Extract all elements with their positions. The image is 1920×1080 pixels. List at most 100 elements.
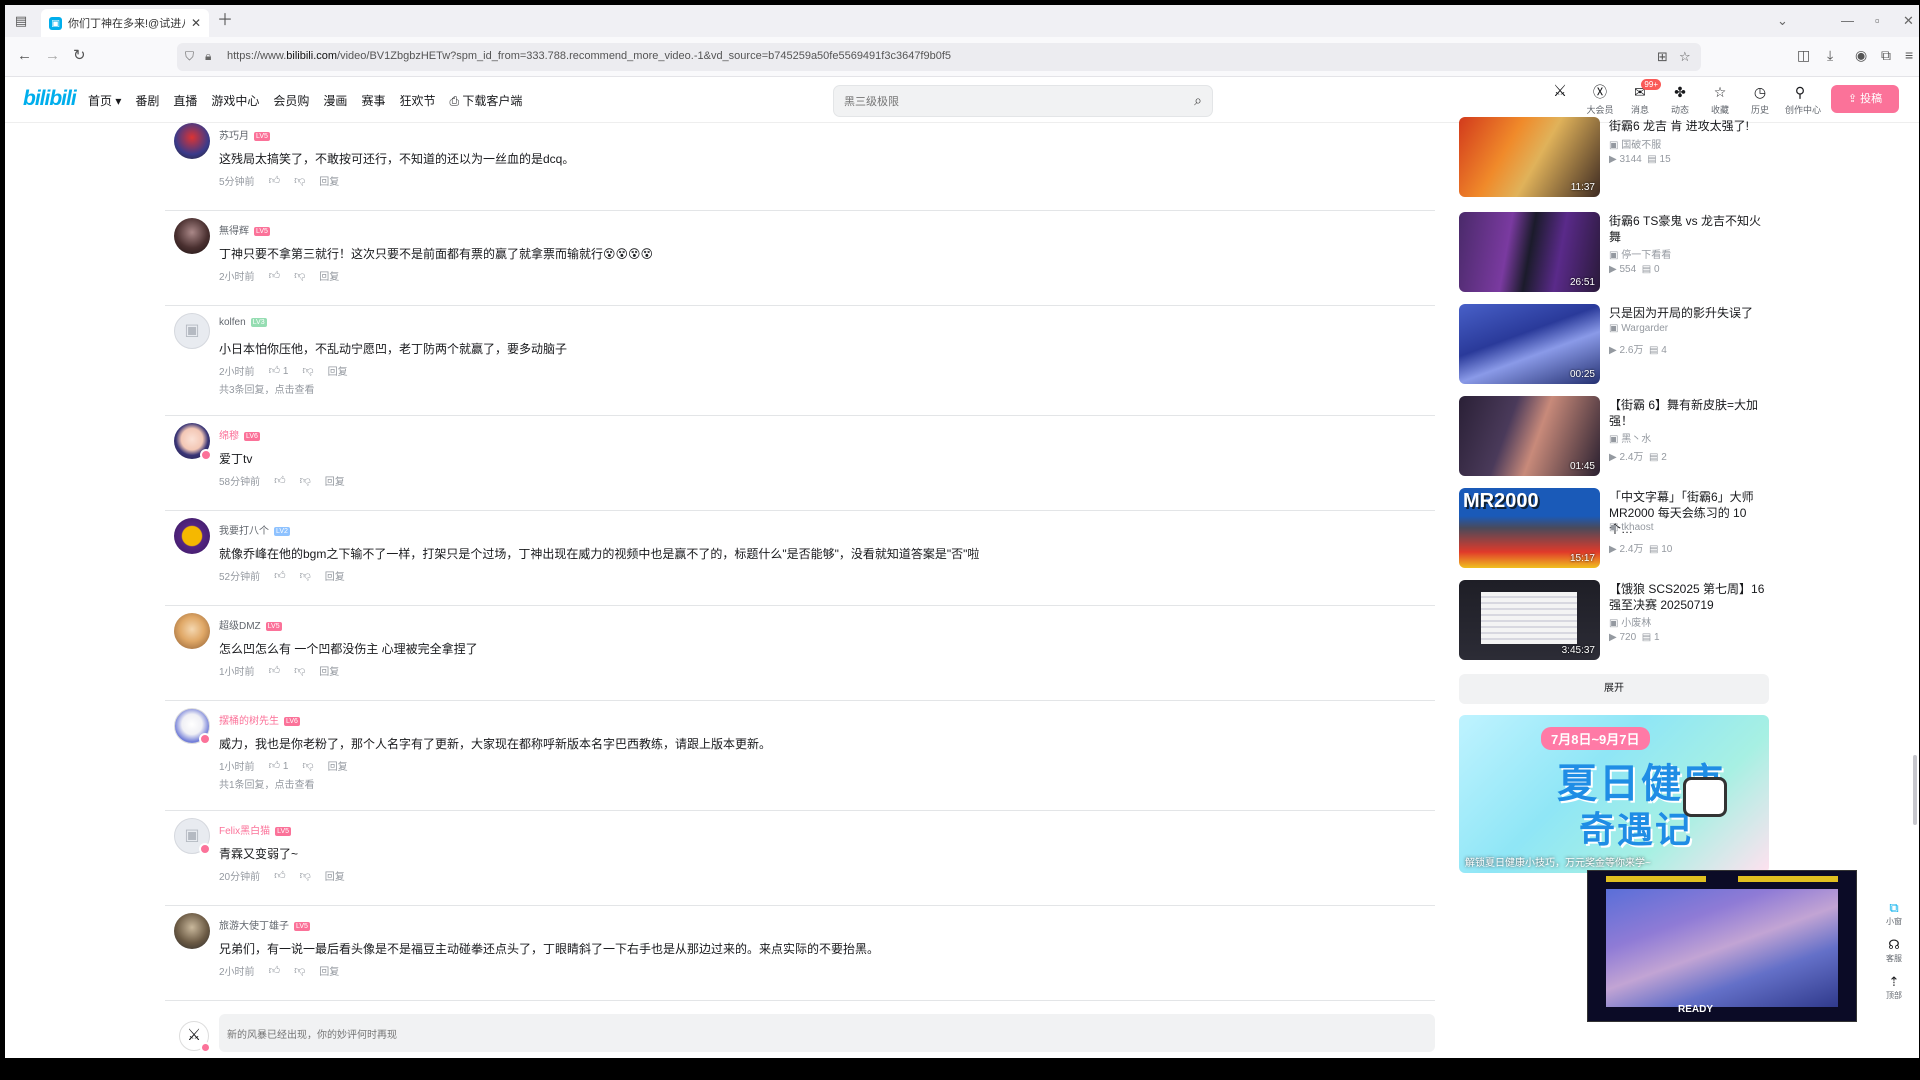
comment-input[interactable] — [219, 1014, 1435, 1052]
thumb-down-icon[interactable]: 👎︎ — [294, 964, 305, 977]
nav-manga[interactable]: 漫画 — [323, 92, 347, 109]
video-thumbnail[interactable]: 26:51 — [1459, 212, 1600, 292]
like-button[interactable]: 👍︎ — [269, 174, 281, 187]
avatar[interactable] — [174, 708, 211, 745]
promo-banner[interactable]: 7月8日~9月7日 夏日健康 奇遇记 解锁夏日健康小技巧，万元奖金等你来学~ — [1459, 715, 1769, 873]
video-title[interactable]: 【饿狼 SCS2025 第七周】16强至决赛 20250719 — [1609, 581, 1769, 613]
reply-button[interactable]: 回复 — [328, 758, 348, 773]
maximize-icon[interactable]: ▫ — [1875, 13, 1880, 28]
creator-center-button[interactable]: ⚲ 创作中心 — [1785, 83, 1821, 116]
like-button[interactable]: 👍︎ 1 — [269, 759, 289, 772]
comment-username[interactable]: 我要打八个 LV2 — [219, 522, 290, 537]
pocket-icon[interactable]: ◫ — [1797, 47, 1810, 64]
comment-username[interactable]: 绵穆 LV6 — [219, 427, 260, 442]
search-input[interactable] — [844, 93, 1164, 111]
recommended-video[interactable]: MR2000 15:17 「中文字幕」「街霸6」大师 MR2000 每天会练习的 … — [1459, 488, 1769, 570]
recommended-video[interactable]: 26:51 街霸6 TS豪鬼 vs 龙吉不知火舞 ▣ 停一下看看 ▶ 554 ▤… — [1459, 212, 1769, 294]
avatar[interactable]: ▣ — [174, 313, 210, 349]
video-title[interactable]: 只是因为开局的影升失误了 — [1609, 305, 1769, 321]
like-button[interactable]: 👍︎ 1 — [269, 364, 289, 377]
avatar[interactable]: ▣ — [174, 818, 211, 855]
video-uploader[interactable]: ▣ Wargarder — [1609, 323, 1668, 334]
mini-window-button[interactable]: ⧉ 小窗 — [1877, 900, 1911, 927]
avatar[interactable] — [174, 218, 210, 254]
comment-username[interactable]: 超级DMZ LV5 — [219, 617, 282, 632]
dynamics-button[interactable]: ✤ 动态 — [1665, 83, 1695, 116]
video-thumbnail[interactable]: 11:37 — [1459, 117, 1600, 197]
browser-tab[interactable]: ▣ 你们丁神在多来!@试进八强 ✕ — [41, 9, 209, 37]
video-uploader[interactable]: ▣ 小废林 — [1609, 614, 1651, 629]
favorites-button[interactable]: ☆ 收藏 — [1705, 83, 1735, 116]
thumb-down-icon[interactable]: 👎︎ — [300, 474, 311, 487]
recommended-video[interactable]: 3:45:37 【饿狼 SCS2025 第七周】16强至决赛 20250719 … — [1459, 580, 1769, 662]
bookmark-star-icon[interactable]: ☆ — [1679, 49, 1691, 65]
download-icon[interactable]: ⤓ — [1827, 47, 1833, 64]
like-button[interactable]: 👍︎ — [269, 269, 281, 282]
account-icon[interactable]: ◉ — [1855, 47, 1867, 64]
avatar[interactable] — [174, 123, 210, 159]
nav-esports[interactable]: 赛事 — [361, 92, 385, 109]
upload-button[interactable]: ⇪ 投稿 — [1831, 85, 1899, 113]
expand-button[interactable]: 展开 — [1459, 674, 1769, 704]
url-bar[interactable]: ⛉ 🔒︎ https://www.bilibili.com/video/BV1Z… — [177, 43, 1701, 71]
thumb-down-icon[interactable]: 👎︎ — [302, 759, 313, 772]
bilibili-logo[interactable]: bilibili — [23, 87, 77, 111]
thumb-down-icon[interactable]: 👎︎ — [300, 569, 311, 582]
view-replies-link[interactable]: 共1条回复，点击查看 — [219, 776, 315, 791]
tab-list-icon[interactable]: ⌄ — [1777, 13, 1788, 29]
lock-icon[interactable]: 🔒︎ — [205, 49, 211, 64]
reload-icon[interactable]: ↻ — [73, 48, 86, 64]
reply-button[interactable]: 回复 — [325, 473, 345, 488]
shield-icon[interactable]: ⛉ — [185, 49, 194, 64]
minimize-icon[interactable]: — — [1841, 13, 1854, 28]
video-thumbnail[interactable]: 00:25 — [1459, 304, 1600, 384]
scrollbar[interactable] — [1913, 755, 1917, 825]
video-thumbnail[interactable]: 3:45:37 — [1459, 580, 1600, 660]
translate-icon[interactable]: ⊞ — [1657, 49, 1668, 65]
user-avatar[interactable]: ⚔ — [1545, 83, 1575, 116]
customer-service-button[interactable]: ☊ 客服 — [1877, 937, 1911, 964]
comment-username[interactable]: 旅游大使丁雄子 LV5 — [219, 917, 310, 932]
video-uploader[interactable]: ▣ 国破不服 — [1609, 136, 1661, 151]
comment-username[interactable]: 苏巧月 LV5 — [219, 127, 270, 142]
history-button[interactable]: ◷ 历史 — [1745, 83, 1775, 116]
reply-button[interactable]: 回复 — [328, 363, 348, 378]
thumb-down-icon[interactable]: 👎︎ — [294, 174, 305, 187]
thumb-down-icon[interactable]: 👎︎ — [302, 364, 313, 377]
video-uploader[interactable]: ▣ tkhaost — [1609, 522, 1653, 533]
sidebar-toggle-icon[interactable]: ▤ — [13, 13, 29, 29]
avatar[interactable] — [174, 613, 210, 649]
video-title[interactable]: 街霸6 龙吉 肯 进攻太强了! — [1609, 118, 1769, 134]
like-button[interactable]: 👍︎ — [274, 569, 286, 582]
nav-home[interactable]: 首页 ▾ — [88, 92, 121, 109]
nav-download-client[interactable]: ⎙ 下载客户端 — [449, 92, 522, 109]
nav-live[interactable]: 直播 — [173, 92, 197, 109]
close-window-icon[interactable]: ✕ — [1903, 13, 1914, 29]
reply-button[interactable]: 回复 — [319, 663, 339, 678]
recommended-video[interactable]: 11:37 街霸6 龙吉 肯 进攻太强了! ▣ 国破不服 ▶ 3144 ▤ 15 — [1459, 117, 1769, 199]
mini-player[interactable]: READY — [1587, 870, 1857, 1022]
reply-button[interactable]: 回复 — [319, 268, 339, 283]
thumb-down-icon[interactable]: 👎︎ — [294, 664, 305, 677]
new-tab-icon[interactable]: ＋ — [217, 13, 233, 29]
comment-username[interactable]: 無得辉 LV5 — [219, 222, 270, 237]
like-button[interactable]: 👍︎ — [269, 664, 281, 677]
forward-icon[interactable]: → — [45, 48, 60, 64]
comment-username[interactable]: 摆桶的树先生 LV6 — [219, 712, 300, 727]
video-title[interactable]: 街霸6 TS豪鬼 vs 龙吉不知火舞 — [1609, 213, 1769, 245]
reply-button[interactable]: 回复 — [319, 963, 339, 978]
like-button[interactable]: 👍︎ — [269, 964, 281, 977]
nav-shop[interactable]: 会员购 — [273, 92, 309, 109]
nav-anime[interactable]: 番剧 — [135, 92, 159, 109]
avatar[interactable] — [174, 423, 212, 461]
avatar[interactable] — [174, 518, 210, 554]
video-uploader[interactable]: ▣ 停一下看看 — [1609, 246, 1671, 261]
back-to-top-button[interactable]: ⇡ 顶部 — [1877, 974, 1911, 1001]
recommended-video[interactable]: 00:25 只是因为开局的影升失误了 ▣ Wargarder ▶ 2.6万 ▤ … — [1459, 304, 1769, 386]
nav-game-center[interactable]: 游戏中心 — [211, 92, 259, 109]
my-avatar[interactable]: ⚔ — [179, 1021, 211, 1053]
thumb-down-icon[interactable]: 👎︎ — [294, 269, 305, 282]
reply-button[interactable]: 回复 — [325, 568, 345, 583]
view-replies-link[interactable]: 共3条回复，点击查看 — [219, 381, 315, 396]
video-uploader[interactable]: ▣ 黑丶水 — [1609, 430, 1651, 445]
